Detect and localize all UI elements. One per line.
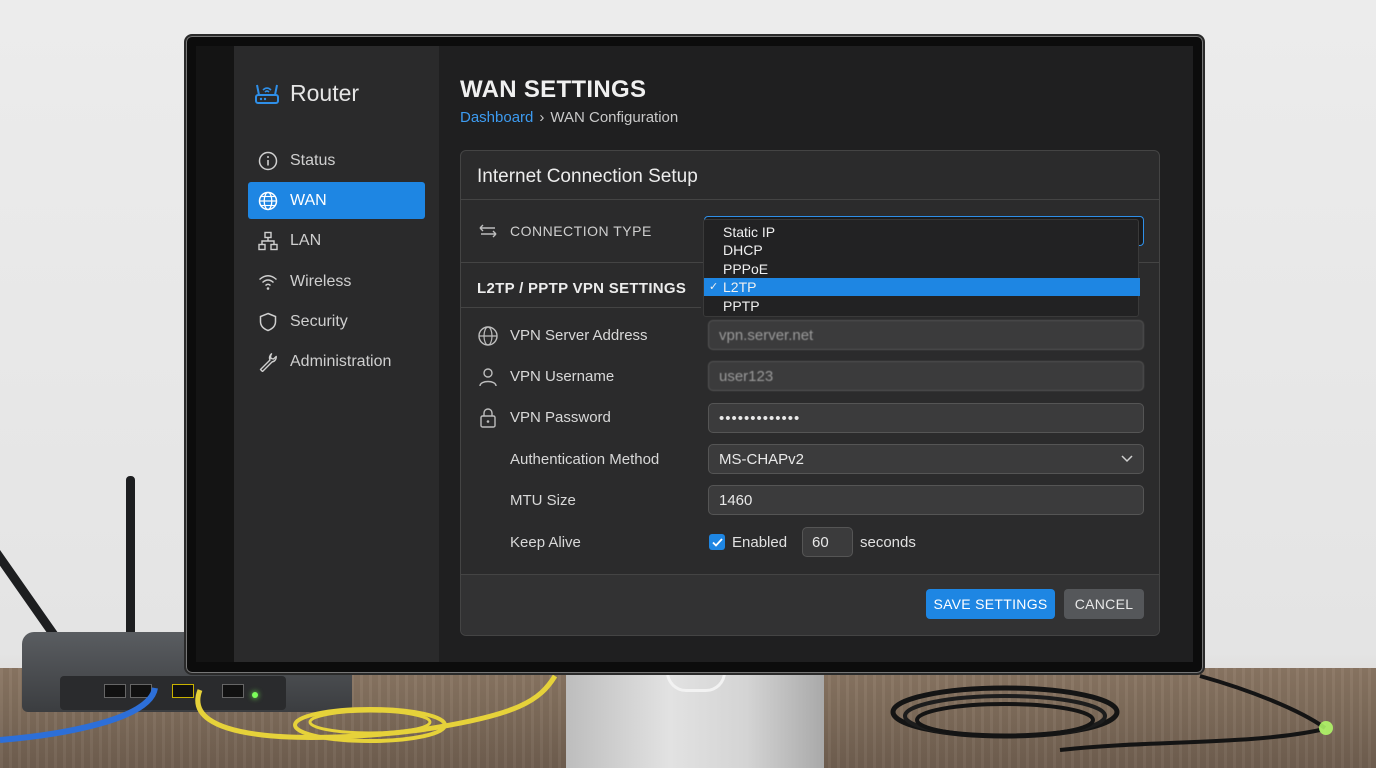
divider [461, 307, 701, 308]
auth-method-label: Authentication Method [510, 451, 660, 468]
user-icon [479, 368, 497, 387]
brand[interactable]: Router [254, 80, 359, 107]
mtu-label: MTU Size [510, 492, 576, 509]
option-label: PPPoE [723, 261, 769, 277]
wifi-icon [259, 274, 277, 290]
breadcrumb-dashboard-link[interactable]: Dashboard [460, 109, 533, 126]
sidebar-item-status[interactable]: Status [248, 142, 425, 179]
black-ethernet-cable [1199, 674, 1327, 730]
swap-arrows-icon [479, 224, 497, 238]
sidebar-item-label: Administration [290, 352, 392, 370]
cancel-button[interactable]: CANCEL [1064, 589, 1144, 619]
option-label: DHCP [723, 242, 763, 258]
network-icon [258, 231, 278, 250]
breadcrumb-current: WAN Configuration [550, 109, 679, 126]
shield-icon [259, 312, 277, 331]
auth-method-value: MS-CHAPv2 [719, 450, 805, 468]
vpn-username-input[interactable]: user123 [708, 361, 1144, 391]
sidebar-item-label: Status [290, 151, 336, 169]
vpn-server-input[interactable]: vpn.server.net [708, 320, 1144, 350]
sidebar-item-label: WAN [290, 191, 327, 209]
auth-method-select[interactable]: MS-CHAPv2 [708, 444, 1144, 474]
connection-type-dropdown[interactable]: Static IP DHCP PPPoE ✓ L2TP PPTP [703, 219, 1140, 317]
option-label: PPTP [723, 298, 760, 314]
keep-alive-interval-input[interactable]: 60 [802, 527, 853, 557]
vpn-server-label: VPN Server Address [510, 327, 648, 344]
black-ethernet-cable [1059, 728, 1321, 752]
keep-alive-label: Keep Alive [510, 534, 581, 551]
sidebar-item-administration[interactable]: Administration [248, 343, 425, 380]
keep-alive-enabled-label: Enabled [732, 534, 788, 551]
brand-name: Router [290, 80, 360, 106]
mtu-input[interactable]: 1460 [708, 485, 1144, 515]
divider [461, 199, 1159, 200]
dropdown-option-dhcp[interactable]: DHCP [704, 241, 1140, 259]
yellow-ethernet-cable [195, 674, 558, 740]
sidebar-item-lan[interactable]: LAN [248, 222, 425, 259]
globe-icon [478, 326, 498, 346]
sidebar-item-wireless[interactable]: Wireless [248, 263, 425, 300]
vpn-password-label: VPN Password [510, 409, 611, 426]
sidebar-item-label: Wireless [290, 272, 352, 290]
connection-type-label: CONNECTION TYPE [510, 223, 652, 239]
vpn-username-label: VPN Username [510, 368, 615, 385]
cable-end-led [1319, 721, 1333, 735]
page-title: WAN SETTINGS [460, 76, 647, 103]
breadcrumb-separator: › [539, 109, 545, 126]
checkmark-icon [711, 537, 723, 547]
router-logo-icon [255, 84, 279, 104]
breadcrumb: Dashboard › WAN Configuration [460, 109, 678, 126]
dropdown-option-l2tp[interactable]: ✓ L2TP [704, 278, 1140, 296]
blue-ethernet-cable [0, 687, 158, 743]
chevron-down-icon [1121, 455, 1133, 463]
sidebar-item-label: LAN [290, 231, 322, 249]
vpn-section-title: L2TP / PPTP VPN SETTINGS [477, 280, 687, 297]
yellow-cable-coil [308, 709, 432, 735]
info-icon [258, 151, 278, 170]
keep-alive-checkbox[interactable] [709, 534, 725, 550]
keep-alive-unit-label: seconds [860, 534, 916, 551]
dropdown-option-static-ip[interactable]: Static IP [704, 223, 1140, 241]
lock-icon [480, 408, 496, 428]
globe-icon [258, 191, 278, 210]
option-label: L2TP [723, 279, 757, 295]
dropdown-option-pptp[interactable]: PPTP [704, 297, 1140, 315]
checkmark-icon: ✓ [709, 281, 719, 293]
vpn-password-input[interactable]: ••••••••••••• [708, 403, 1144, 433]
screen-left-edge [196, 46, 234, 662]
sidebar-item-security[interactable]: Security [248, 303, 425, 340]
save-settings-button[interactable]: SAVE SETTINGS [926, 589, 1055, 619]
wrench-icon [259, 352, 277, 372]
card-title: Internet Connection Setup [477, 166, 698, 187]
sidebar-item-wan[interactable]: WAN [248, 182, 425, 219]
dropdown-option-pppoe[interactable]: PPPoE [704, 260, 1140, 278]
sidebar-item-label: Security [290, 312, 348, 330]
option-label: Static IP [723, 224, 776, 240]
black-cable-coil [915, 702, 1095, 738]
